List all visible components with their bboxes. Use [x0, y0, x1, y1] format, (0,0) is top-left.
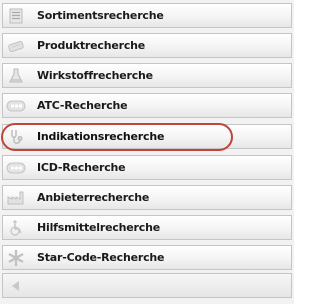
nav-item-label: Star-Code-Recherche	[37, 251, 165, 264]
collapse-left-arrow-icon	[3, 274, 29, 297]
nav-item-label: ICD-Recherche	[37, 161, 126, 174]
nav-item-star-code-recherche[interactable]: Star-Code-Recherche	[2, 245, 292, 270]
nav-item-wirkstoffrecherche[interactable]: Wirkstoffrecherche	[2, 63, 292, 88]
nav-item-label: Anbieterrecherche	[37, 191, 150, 204]
factory-icon	[3, 186, 29, 209]
collapse-panel-button[interactable]	[2, 273, 292, 298]
star-burst-icon	[3, 246, 29, 269]
blister-pack-icon	[3, 34, 29, 57]
nav-item-icd-recherche[interactable]: ICD-Recherche	[2, 155, 292, 180]
nav-item-label: ATC-Recherche	[37, 99, 128, 112]
nav-item-label: Wirkstoffrecherche	[37, 69, 153, 82]
atc-badge-icon	[3, 94, 29, 117]
list-document-icon	[3, 4, 29, 27]
navigation-panel: Sortimentsrecherche Produktrecherche Wir…	[0, 0, 294, 304]
flask-icon	[3, 64, 29, 87]
nav-item-produktrecherche[interactable]: Produktrecherche	[2, 33, 292, 58]
nav-item-anbieterrecherche[interactable]: Anbieterrecherche	[2, 185, 292, 210]
wheelchair-icon	[3, 216, 29, 239]
stethoscope-icon	[3, 125, 29, 148]
nav-item-label: Sortimentsrecherche	[37, 9, 164, 22]
nav-item-indikationsrecherche[interactable]: Indikationsrecherche	[2, 124, 292, 149]
nav-item-label: Hilfsmittelrecherche	[37, 221, 160, 234]
icd-badge-icon	[3, 156, 29, 179]
nav-item-sortimentsrecherche[interactable]: Sortimentsrecherche	[2, 3, 292, 28]
nav-item-hilfsmittelrecherche[interactable]: Hilfsmittelrecherche	[2, 215, 292, 240]
nav-item-label: Produktrecherche	[37, 39, 146, 52]
nav-item-label: Indikationsrecherche	[37, 130, 165, 143]
nav-item-atc-recherche[interactable]: ATC-Recherche	[2, 93, 292, 118]
